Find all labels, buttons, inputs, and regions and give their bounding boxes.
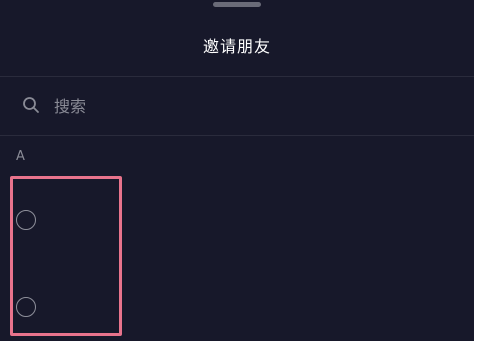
header-divider bbox=[0, 76, 474, 77]
page-title: 邀请朋友 bbox=[202, 37, 271, 56]
friend-list-item[interactable] bbox=[0, 282, 474, 332]
radio-unchecked-icon[interactable] bbox=[16, 210, 36, 230]
section-letter-header: A bbox=[16, 149, 25, 164]
search-divider bbox=[0, 135, 474, 136]
drag-handle[interactable] bbox=[213, 2, 261, 7]
radio-unchecked-icon[interactable] bbox=[16, 297, 36, 317]
search-icon bbox=[22, 96, 40, 114]
friend-list-item[interactable] bbox=[0, 196, 474, 246]
search-placeholder: 搜索 bbox=[54, 97, 87, 116]
search-input[interactable]: 搜索 bbox=[0, 78, 474, 134]
invite-friends-sheet: 邀请朋友 搜索 A bbox=[0, 0, 474, 341]
